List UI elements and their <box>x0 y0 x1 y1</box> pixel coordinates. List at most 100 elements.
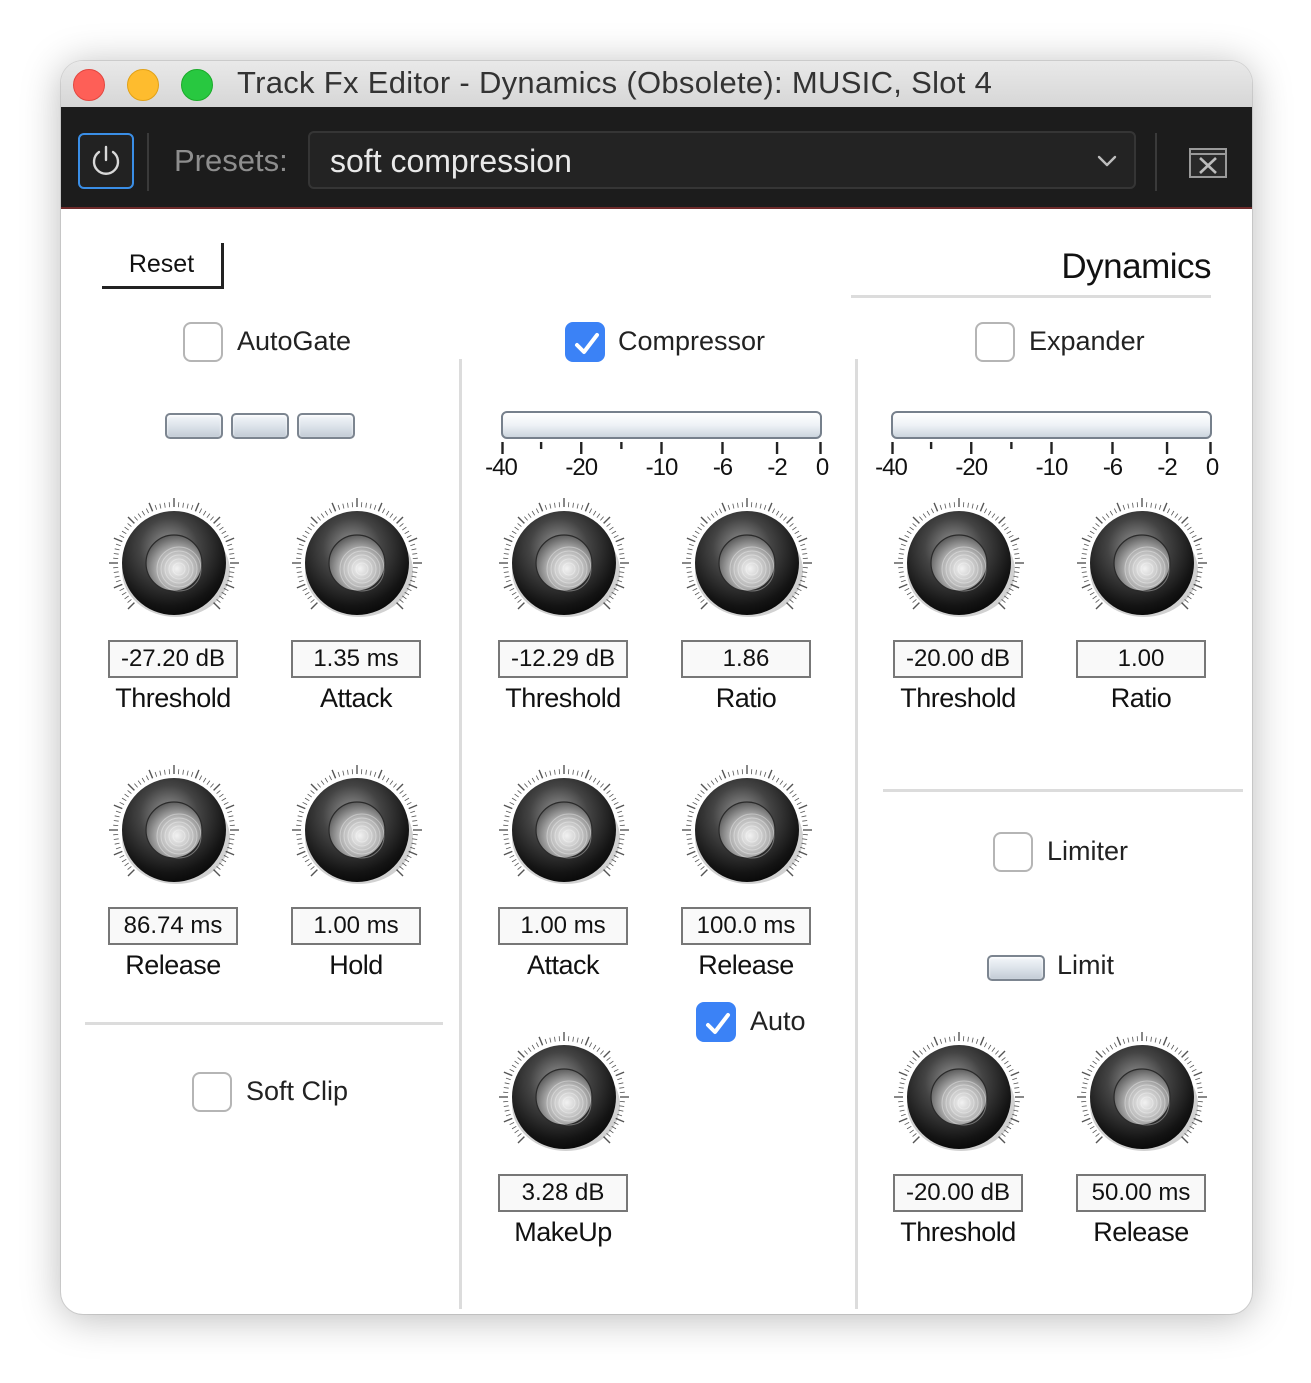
compressor-makeup-value[interactable]: 3.28 dB <box>498 1174 628 1212</box>
limiter-checkbox[interactable] <box>993 832 1033 872</box>
limiter-threshold-label: Threshold <box>900 1217 1016 1247</box>
knob-icon <box>682 498 812 617</box>
column-divider <box>855 359 858 1309</box>
expander-gain-meter <box>891 411 1212 439</box>
checkmark-icon <box>706 1013 730 1034</box>
toolbar-separator <box>147 133 149 191</box>
column-divider <box>459 359 462 1309</box>
compressor-gain-reduction-meter <box>501 411 822 439</box>
limit-indicator-label: Limit <box>1057 950 1115 980</box>
limiter-release-knob[interactable] <box>1074 1031 1210 1153</box>
reset-button[interactable]: Reset <box>102 243 224 289</box>
autogate-hold-label: Hold <box>329 950 383 980</box>
auto-release-checkbox[interactable] <box>696 1002 736 1042</box>
meter-scale-label: -6 <box>1102 454 1123 481</box>
chevron-down-icon <box>1097 155 1117 167</box>
knob-icon <box>1077 1032 1207 1151</box>
autogate-attack-label: Attack <box>319 683 393 713</box>
title-bar[interactable]: Track Fx Editor - Dynamics (Obsolete): M… <box>61 61 1252 107</box>
window-title: Track Fx Editor - Dynamics (Obsolete): M… <box>237 65 993 100</box>
expander-ratio-knob[interactable] <box>1074 497 1210 619</box>
meter-scale-label: -2 <box>1157 454 1177 481</box>
autogate-release-label: Release <box>125 950 221 980</box>
minimize-window-button[interactable] <box>127 69 159 101</box>
compressor-attack-knob[interactable] <box>496 764 632 886</box>
autogate-threshold-knob[interactable] <box>106 497 242 619</box>
compressor-release-value[interactable]: 100.0 ms <box>681 907 811 945</box>
meter-scale-label: 0 <box>815 454 829 481</box>
track-fx-editor-window: Track Fx Editor - Dynamics (Obsolete): M… <box>61 61 1252 1314</box>
plugin-title: Dynamics <box>1061 247 1211 286</box>
meter-scale-label: 0 <box>1205 454 1219 481</box>
meter-scale-label: -2 <box>767 454 787 481</box>
meter-scale-label: -40 <box>485 454 518 481</box>
limiter-label: Limiter <box>1047 836 1129 866</box>
knob-icon <box>109 498 239 617</box>
compressor-label: Compressor <box>618 326 766 356</box>
meter-scale-label: -6 <box>712 454 733 481</box>
dynamics-panel: Reset Dynamics AutoGate -27.20 dB Thresh… <box>61 209 1252 1314</box>
compressor-attack-value[interactable]: 1.00 ms <box>498 907 628 945</box>
compressor-checkbox[interactable] <box>565 322 605 362</box>
limiter-threshold-value[interactable]: -20.00 dB <box>893 1174 1023 1212</box>
presets-label: Presets: <box>174 143 288 178</box>
knob-icon <box>292 498 422 617</box>
autogate-attack-value[interactable]: 1.35 ms <box>291 640 421 678</box>
compressor-release-label: Release <box>698 950 794 980</box>
preset-value: soft compression <box>330 143 572 179</box>
autogate-release-value[interactable]: 86.74 ms <box>108 907 238 945</box>
knob-icon <box>109 765 239 884</box>
autogate-hold-knob[interactable] <box>289 764 425 886</box>
compressor-threshold-value[interactable]: -12.29 dB <box>498 640 628 678</box>
gate-indicator-led <box>297 413 355 439</box>
knob-icon <box>499 498 629 617</box>
title-divider <box>851 295 1211 298</box>
knob-icon <box>1077 498 1207 617</box>
compressor-ratio-knob[interactable] <box>679 497 815 619</box>
limiter-threshold-knob[interactable] <box>891 1031 1027 1153</box>
autogate-attack-knob[interactable] <box>289 497 425 619</box>
knob-icon <box>894 498 1024 617</box>
expander-ratio-value[interactable]: 1.00 <box>1076 640 1206 678</box>
close-window-button[interactable] <box>73 69 105 101</box>
knob-icon <box>894 1032 1024 1151</box>
expander-checkbox[interactable] <box>975 322 1015 362</box>
limiter-release-value[interactable]: 50.00 ms <box>1076 1174 1206 1212</box>
autogate-checkbox[interactable] <box>183 322 223 362</box>
zoom-window-button[interactable] <box>181 69 213 101</box>
gate-indicator-led <box>165 413 223 439</box>
expander-threshold-value[interactable]: -20.00 dB <box>893 640 1023 678</box>
compressor-release-knob[interactable] <box>679 764 815 886</box>
expander-ratio-label: Ratio <box>1110 683 1172 713</box>
presets-dropdown[interactable]: soft compression <box>308 131 1136 189</box>
auto-release-label: Auto <box>750 1006 806 1036</box>
meter-scale-label: -10 <box>645 454 679 481</box>
power-icon <box>92 145 120 175</box>
fx-toolbar: Presets: soft compression <box>61 107 1252 209</box>
compressor-meter-scale: -40 -20 -10 -6 -2 0 <box>485 442 829 482</box>
softclip-checkbox[interactable] <box>192 1072 232 1112</box>
close-fx-icon[interactable] <box>1189 148 1227 178</box>
expander-meter-scale: -40 -20 -10 -6 -2 0 <box>875 442 1219 482</box>
knob-icon <box>292 765 422 884</box>
meter-scale-label: -20 <box>565 454 598 481</box>
compressor-threshold-label: Threshold <box>505 683 621 713</box>
compressor-attack-label: Attack <box>526 950 600 980</box>
checkmark-icon <box>575 333 599 354</box>
autogate-threshold-value[interactable]: -27.20 dB <box>108 640 238 678</box>
expander-label: Expander <box>1029 326 1145 356</box>
limiter-release-label: Release <box>1093 1217 1189 1247</box>
compressor-ratio-value[interactable]: 1.86 <box>681 640 811 678</box>
compressor-makeup-label: MakeUp <box>514 1217 612 1247</box>
autogate-threshold-label: Threshold <box>115 683 231 713</box>
knob-icon <box>499 1032 629 1151</box>
section-divider <box>85 1022 443 1025</box>
compressor-threshold-knob[interactable] <box>496 497 632 619</box>
autogate-release-knob[interactable] <box>106 764 242 886</box>
bypass-power-button[interactable] <box>78 133 134 189</box>
autogate-hold-value[interactable]: 1.00 ms <box>291 907 421 945</box>
compressor-makeup-knob[interactable] <box>496 1031 632 1153</box>
expander-threshold-knob[interactable] <box>891 497 1027 619</box>
meter-scale-label: -10 <box>1035 454 1069 481</box>
gate-indicator-led <box>231 413 289 439</box>
